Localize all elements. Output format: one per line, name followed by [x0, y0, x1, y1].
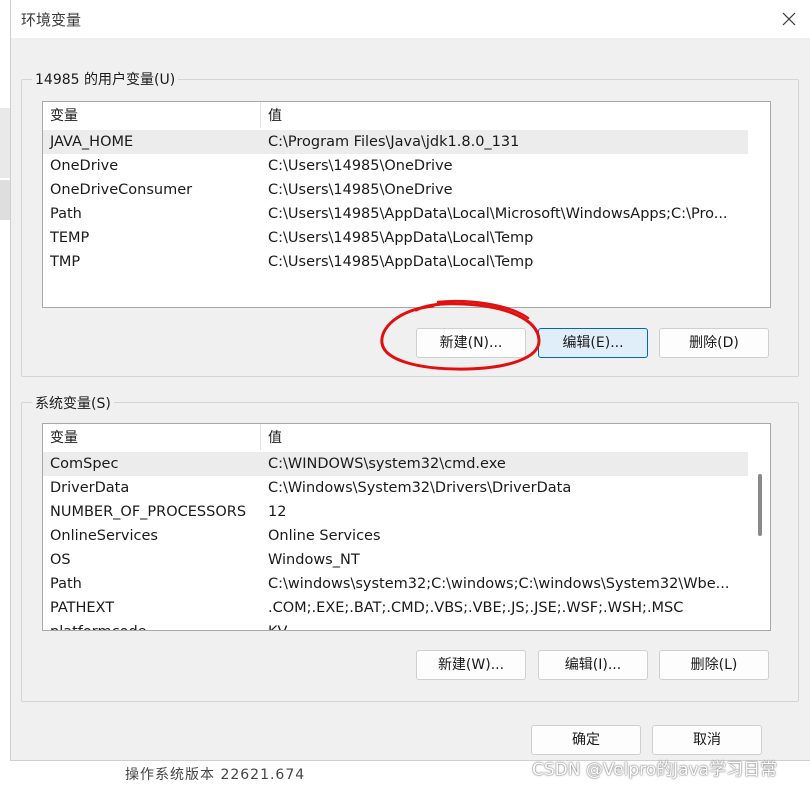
- variable-value: C:\Users\14985\OneDrive: [268, 182, 453, 198]
- table-row[interactable]: NUMBER_OF_PROCESSORS 12: [43, 500, 748, 524]
- table-row[interactable]: ComSpec C:\WINDOWS\system32\cmd.exe: [43, 452, 748, 476]
- user-delete-button[interactable]: 删除(D): [659, 328, 769, 358]
- system-delete-button[interactable]: 删除(L): [659, 650, 769, 680]
- table-row[interactable]: TMP C:\Users\14985\AppData\Local\Temp: [43, 250, 748, 274]
- column-header-value[interactable]: 值: [261, 102, 770, 128]
- variable-value: C:\WINDOWS\system32\cmd.exe: [268, 456, 506, 472]
- system-variables-label: 系统变量(S): [32, 393, 114, 413]
- user-variables-label: 14985 的用户变量(U): [32, 69, 179, 89]
- system-variables-list[interactable]: 变量 值 ComSpec C:\WINDOWS\system32\cmd.exe…: [42, 423, 771, 631]
- variable-value: C:\windows\system32;C:\windows;C:\window…: [268, 576, 730, 592]
- variable-name: Path: [50, 576, 82, 592]
- variable-name: platformcode: [43, 620, 261, 630]
- variable-value: Online Services: [268, 528, 381, 544]
- variable-value: Windows_NT: [268, 552, 360, 568]
- table-row[interactable]: OneDriveConsumer C:\Users\14985\OneDrive: [43, 178, 748, 202]
- background-os-version: 操作系统版本 22621.674: [125, 767, 306, 783]
- variable-name: OS: [50, 552, 71, 568]
- background-strip: [0, 108, 10, 178]
- variable-name: NUMBER_OF_PROCESSORS: [50, 504, 247, 520]
- variable-value: C:\Program Files\Java\jdk1.8.0_131: [268, 134, 520, 150]
- table-row[interactable]: Path C:\windows\system32;C:\windows;C:\w…: [43, 572, 748, 596]
- environment-variables-dialog: 环境变量 14985 的用户变量(U) 变量 值 JAVA_HOME C:\Pr…: [10, 0, 810, 761]
- table-row[interactable]: JAVA_HOME C:\Program Files\Java\jdk1.8.0…: [43, 130, 748, 154]
- variable-name: JAVA_HOME: [50, 134, 134, 150]
- variable-value: C:\Users\14985\OneDrive: [268, 158, 453, 174]
- list-header: 变量 值: [43, 102, 770, 128]
- variable-name: DriverData: [50, 480, 130, 496]
- cancel-button[interactable]: 取消: [652, 725, 762, 755]
- system-edit-button[interactable]: 编辑(I)...: [538, 650, 648, 680]
- user-new-button[interactable]: 新建(N)...: [416, 328, 526, 358]
- variable-name: OneDrive: [50, 158, 119, 174]
- close-button[interactable]: [775, 6, 803, 32]
- dialog-title: 环境变量: [21, 11, 82, 29]
- table-row[interactable]: TEMP C:\Users\14985\AppData\Local\Temp: [43, 226, 748, 250]
- list-header: 变量 值: [43, 424, 770, 450]
- column-header-value[interactable]: 值: [261, 424, 770, 450]
- table-row[interactable]: DriverData C:\Windows\System32\Drivers\D…: [43, 476, 748, 500]
- table-row[interactable]: Path C:\Users\14985\AppData\Local\Micros…: [43, 202, 748, 226]
- vertical-scrollbar[interactable]: [748, 450, 770, 630]
- variable-value: C:\Users\14985\AppData\Local\Temp: [268, 230, 534, 246]
- variable-name: ComSpec: [50, 456, 119, 472]
- variable-value: 12: [268, 504, 287, 520]
- variable-name: TMP: [50, 254, 81, 270]
- ok-button[interactable]: 确定: [531, 725, 641, 755]
- table-row[interactable]: OneDrive C:\Users\14985\OneDrive: [43, 154, 748, 178]
- user-variables-list[interactable]: 变量 值 JAVA_HOME C:\Program Files\Java\jdk…: [42, 101, 771, 308]
- title-bar: 环境变量: [11, 0, 810, 38]
- column-header-variable[interactable]: 变量: [43, 424, 261, 450]
- table-row[interactable]: PATHEXT .COM;.EXE;.BAT;.CMD;.VBS;.VBE;.J…: [43, 596, 748, 620]
- variable-value: KV: [261, 620, 287, 630]
- table-row[interactable]: OnlineServices Online Services: [43, 524, 748, 548]
- variable-value: C:\Windows\System32\Drivers\DriverData: [268, 480, 572, 496]
- variable-name: OneDriveConsumer: [50, 182, 193, 198]
- column-header-variable[interactable]: 变量: [43, 102, 261, 128]
- variable-value: .COM;.EXE;.BAT;.CMD;.VBS;.VBE;.JS;.JSE;.…: [268, 600, 684, 616]
- background-strip: [0, 180, 10, 220]
- variable-name: Path: [50, 206, 82, 222]
- variable-name: OnlineServices: [50, 528, 158, 544]
- user-edit-button[interactable]: 编辑(E)...: [538, 328, 648, 358]
- variable-value: C:\Users\14985\AppData\Local\Microsoft\W…: [268, 206, 728, 222]
- variable-name: TEMP: [50, 230, 90, 246]
- close-icon: [782, 12, 796, 26]
- table-row[interactable]: OS Windows_NT: [43, 548, 748, 572]
- scrollbar-thumb[interactable]: [758, 474, 762, 536]
- table-row[interactable]: platformcode KV: [43, 620, 748, 630]
- variable-value: C:\Users\14985\AppData\Local\Temp: [268, 254, 534, 270]
- watermark: CSDN @Velpro的Java学习日常: [532, 760, 778, 780]
- system-new-button[interactable]: 新建(W)...: [416, 650, 526, 680]
- variable-name: PATHEXT: [50, 600, 115, 616]
